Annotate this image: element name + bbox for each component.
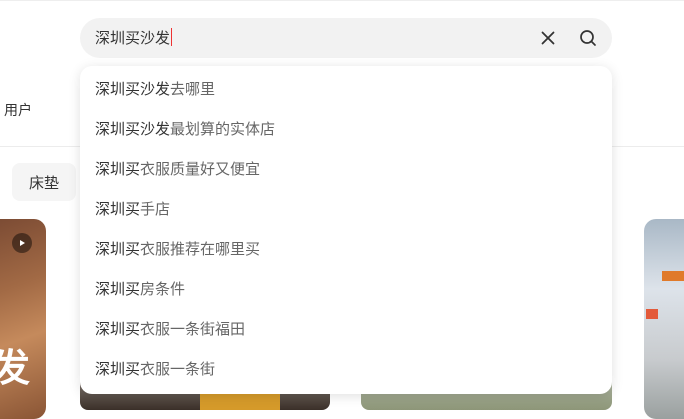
suggestion-item[interactable]: 深圳买沙发最划算的实体店 (95, 119, 275, 139)
suggestion-item[interactable]: 深圳买衣服质量好又便宜 (95, 159, 260, 179)
suggestion-item[interactable]: 深圳买沙发去哪里 (95, 79, 215, 99)
suggestion-item[interactable]: 深圳买手店 (95, 199, 170, 219)
card-overlay-text: 发 (0, 346, 31, 390)
suggestion-rest: 衣服一条街 (140, 360, 216, 378)
suggestion-item[interactable]: 深圳买衣服推荐在哪里买 (95, 239, 260, 259)
suggestion-item[interactable]: 深圳买房条件 (95, 279, 185, 299)
search-input[interactable]: 深圳买沙发 (95, 28, 173, 48)
filter-chip-mattress[interactable]: 床垫 (12, 163, 76, 201)
card-image-detail (662, 271, 684, 281)
search-query: 深圳买沙发 (95, 29, 171, 47)
suggestion-rest: 衣服质量好又便宜 (140, 160, 261, 178)
suggestion-rest: 衣服一条街福田 (140, 320, 246, 338)
suggestion-match: 深圳买沙发 (95, 80, 171, 98)
suggestion-match: 深圳买 (95, 200, 141, 218)
card-image-detail (646, 309, 658, 319)
suggestion-rest: 衣服推荐在哪里买 (140, 240, 261, 258)
content-card[interactable] (644, 219, 684, 419)
search-bar: 深圳买沙发 (80, 18, 612, 58)
suggestion-rest: 手店 (140, 200, 171, 218)
top-border (0, 0, 684, 1)
suggestion-match: 深圳买沙发 (95, 120, 171, 138)
text-caret (171, 28, 173, 46)
play-icon (12, 233, 32, 253)
suggestion-item[interactable]: 深圳买衣服一条街福田 (95, 319, 245, 339)
suggestion-match: 深圳买 (95, 320, 141, 338)
suggestion-match: 深圳买 (95, 280, 141, 298)
suggestion-rest: 最划算的实体店 (170, 120, 276, 138)
close-icon[interactable] (538, 28, 558, 48)
search-icon[interactable] (578, 28, 598, 48)
suggestion-match: 深圳买 (95, 360, 141, 378)
tab-user[interactable]: 用户 (4, 100, 32, 120)
suggestion-item[interactable]: 深圳买衣服一条街 (95, 359, 215, 379)
content-card[interactable]: 发 (0, 219, 46, 419)
suggestion-rest: 房条件 (140, 280, 186, 298)
suggestion-match: 深圳买 (95, 160, 141, 178)
suggestion-match: 深圳买 (95, 240, 141, 258)
search-suggestions: 深圳买沙发去哪里 深圳买沙发最划算的实体店 深圳买衣服质量好又便宜 深圳买手店 … (80, 66, 612, 394)
suggestion-rest: 去哪里 (170, 80, 216, 98)
